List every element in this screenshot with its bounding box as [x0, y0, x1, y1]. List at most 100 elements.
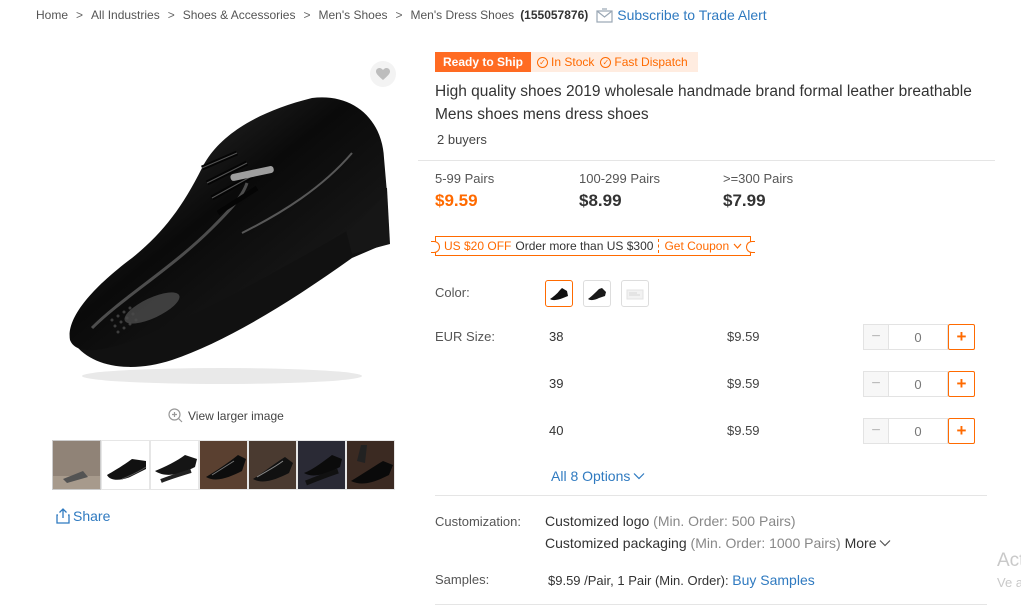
- divider: [435, 604, 987, 605]
- coupon-ticket[interactable]: US $20 OFF Order more than US $300 Get C…: [430, 236, 756, 256]
- size-row-39: 39 $9.59 − +: [545, 371, 975, 397]
- trade-alert-label: Subscribe to Trade Alert: [617, 7, 767, 23]
- heart-icon: [376, 67, 390, 80]
- share-button[interactable]: Share: [55, 508, 110, 524]
- decrement-button[interactable]: −: [863, 371, 888, 397]
- tier-price: $7.99: [723, 191, 766, 210]
- quantity-stepper: − +: [863, 418, 975, 444]
- price-tier: >=300 Pairs $7.99: [723, 171, 867, 211]
- main-product-image[interactable]: [52, 58, 397, 398]
- divider: [418, 160, 995, 161]
- buy-samples-link[interactable]: Buy Samples: [732, 572, 814, 588]
- view-larger-image[interactable]: View larger image: [168, 408, 284, 423]
- size-value: 39: [549, 376, 564, 391]
- increment-button[interactable]: +: [948, 324, 975, 350]
- color-swatch-black-2[interactable]: [583, 280, 611, 307]
- in-stock-label: In Stock: [551, 55, 595, 69]
- thumbnail-5[interactable]: [248, 440, 297, 490]
- samples-label: Samples:: [435, 572, 490, 587]
- size-label: EUR Size:: [435, 329, 495, 344]
- get-coupon-button[interactable]: Get Coupon: [664, 239, 742, 253]
- all-options-label: All 8 Options: [551, 468, 631, 484]
- decrement-button[interactable]: −: [863, 418, 888, 444]
- breadcrumb-mens-dress-shoes[interactable]: Men's Dress Shoes: [411, 8, 515, 22]
- get-coupon-label: Get Coupon: [664, 239, 730, 253]
- size-value: 40: [549, 423, 564, 438]
- thumbnail-7[interactable]: [346, 440, 395, 490]
- quantity-input[interactable]: [888, 371, 948, 397]
- custom-logo-name: Customized logo: [545, 513, 650, 529]
- envelope-icon: [596, 7, 613, 23]
- breadcrumb-separator: >: [76, 8, 84, 22]
- breadcrumb-shoes-accessories[interactable]: Shoes & Accessories: [183, 8, 296, 22]
- shoe-swatch-icon: [550, 287, 568, 300]
- thumbnail-2[interactable]: [101, 440, 150, 490]
- share-icon: [56, 508, 70, 524]
- size-value: 38: [549, 329, 564, 344]
- quantity-stepper: − +: [863, 371, 975, 397]
- quantity-input[interactable]: [888, 324, 948, 350]
- color-swatch-light[interactable]: [621, 280, 649, 307]
- all-options-link[interactable]: All 8 Options: [551, 468, 645, 484]
- watermark-line-2: Ve a: [997, 575, 1021, 590]
- check-circle-icon: ✓: [600, 56, 612, 68]
- stock-dispatch-badge: ✓ In Stock ✓ Fast Dispatch: [531, 52, 698, 72]
- size-price: $9.59: [727, 376, 760, 391]
- buyers-count: 2 buyers: [437, 132, 487, 147]
- chevron-down-icon: [733, 243, 742, 249]
- thumbnail-strip: [52, 440, 395, 490]
- color-label: Color:: [435, 285, 470, 300]
- ready-to-ship-badge: Ready to Ship: [435, 52, 532, 72]
- favorite-button[interactable]: [370, 61, 396, 87]
- tier-price: $9.59: [435, 191, 478, 210]
- custom-packaging-moq: (Min. Order: 1000 Pairs): [690, 535, 841, 551]
- watermark-line-1: Act: [997, 550, 1021, 571]
- size-price: $9.59: [727, 329, 760, 344]
- coupon-condition: Order more than US $300: [515, 239, 654, 253]
- breadcrumb: Home > All Industries > Shoes & Accessor…: [36, 6, 767, 24]
- custom-packaging-name: Customized packaging: [545, 535, 687, 551]
- thumbnail-3[interactable]: [150, 440, 199, 490]
- size-row-38: 38 $9.59 − +: [545, 324, 975, 350]
- decrement-button[interactable]: −: [863, 324, 888, 350]
- price-tier: 5-99 Pairs $9.59: [435, 171, 579, 211]
- view-larger-label: View larger image: [188, 408, 284, 423]
- breadcrumb-home[interactable]: Home: [36, 8, 68, 22]
- breadcrumb-separator: >: [395, 8, 403, 22]
- color-card-icon: [626, 289, 644, 299]
- customized-packaging-option: Customized packaging (Min. Order: 1000 P…: [545, 535, 891, 551]
- breadcrumb-mens-shoes[interactable]: Men's Shoes: [319, 8, 388, 22]
- tier-price: $8.99: [579, 191, 622, 210]
- quantity-input[interactable]: [888, 418, 948, 444]
- color-swatches: [545, 280, 649, 307]
- more-customization-button[interactable]: More: [845, 535, 891, 551]
- price-tier: 100-299 Pairs $8.99: [579, 171, 723, 211]
- customized-logo-option: Customized logo (Min. Order: 500 Pairs): [545, 513, 796, 529]
- size-price: $9.59: [727, 423, 760, 438]
- color-swatch-black-1[interactable]: [545, 280, 573, 307]
- tier-quantity: >=300 Pairs: [723, 171, 794, 186]
- thumbnail-4[interactable]: [199, 440, 248, 490]
- zoom-in-icon: [168, 408, 183, 423]
- increment-button[interactable]: +: [948, 371, 975, 397]
- breadcrumb-all-industries[interactable]: All Industries: [91, 8, 160, 22]
- shoe-image: [69, 97, 390, 384]
- customization-label: Customization:: [435, 514, 521, 529]
- custom-logo-moq: (Min. Order: 500 Pairs): [653, 513, 796, 529]
- coupon-amount: US $20 OFF: [444, 239, 512, 253]
- price-tiers: 5-99 Pairs $9.59 100-299 Pairs $8.99 >=3…: [435, 171, 867, 211]
- increment-button[interactable]: +: [948, 418, 975, 444]
- breadcrumb-separator: >: [303, 8, 311, 22]
- product-title: High quality shoes 2019 wholesale handma…: [435, 83, 972, 123]
- quantity-stepper: − +: [863, 324, 975, 350]
- product-badges: Ready to Ship ✓ In Stock ✓ Fast Dispatch: [435, 52, 698, 72]
- subscribe-trade-alert-link[interactable]: Subscribe to Trade Alert: [596, 7, 767, 23]
- samples-text: $9.59 /Pair, 1 Pair (Min. Order):: [548, 573, 729, 588]
- thumbnail-6[interactable]: [297, 440, 346, 490]
- more-label: More: [844, 535, 877, 551]
- thumbnail-1[interactable]: [52, 440, 101, 490]
- shoe-swatch-icon: [588, 287, 606, 300]
- chevron-down-icon: [633, 473, 645, 480]
- breadcrumb-separator: >: [167, 8, 175, 22]
- coupon-divider: [658, 239, 660, 253]
